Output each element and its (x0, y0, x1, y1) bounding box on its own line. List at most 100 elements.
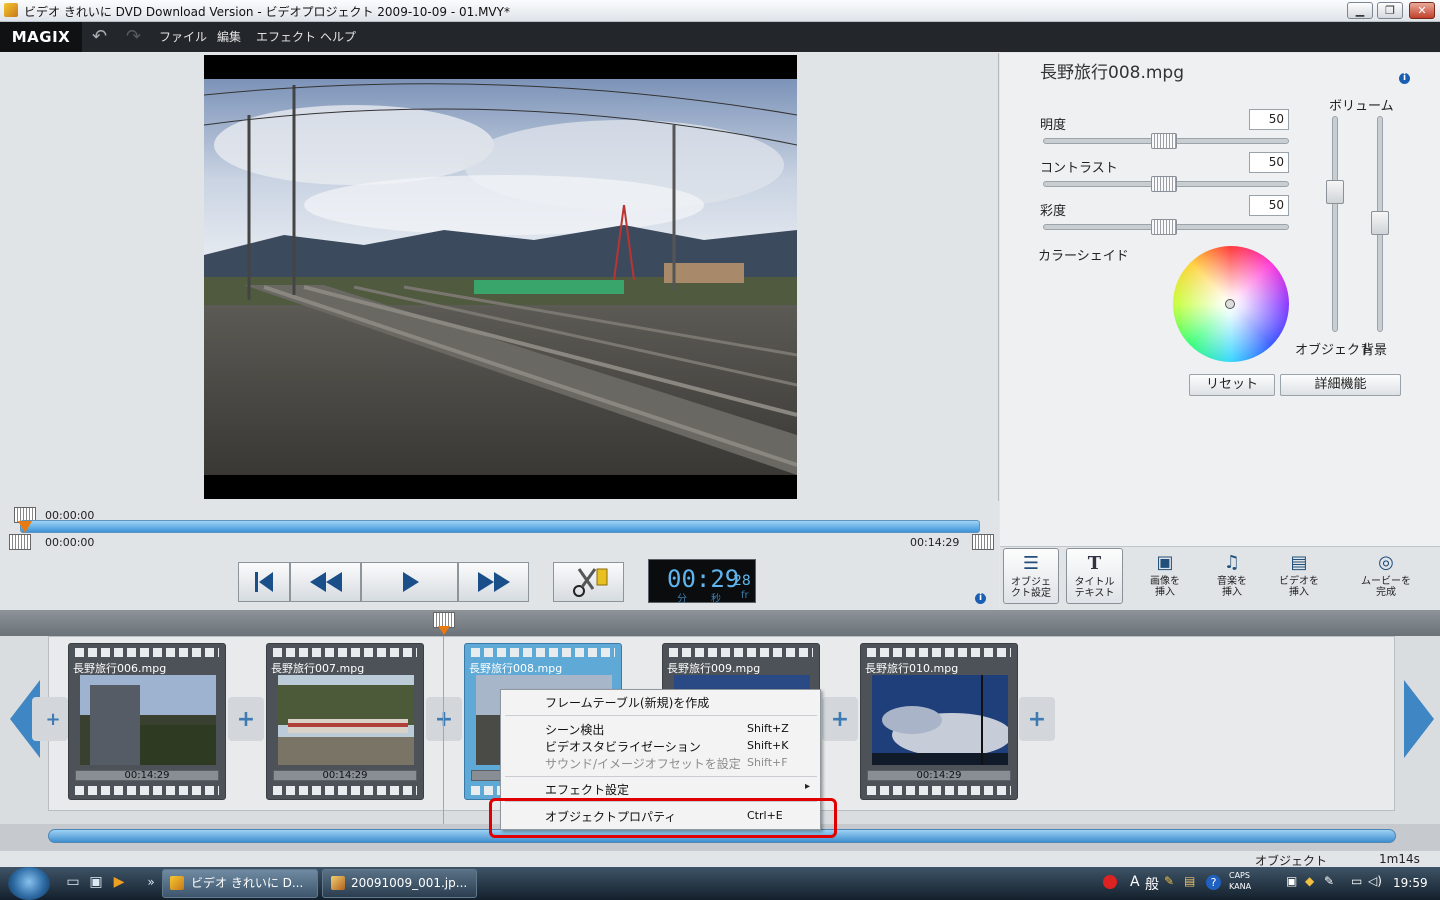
range-end: 00:14:29 (910, 536, 960, 549)
play-button[interactable] (361, 562, 458, 602)
insert-plus-icon[interactable]: + (1024, 708, 1050, 732)
clip-name: 長野旅行010.mpg (865, 662, 959, 675)
clip[interactable]: 長野旅行006.mpg 00:14:29 (68, 643, 226, 800)
go-to-start-button[interactable] (238, 562, 290, 602)
film-perforation (867, 786, 1011, 795)
notification-icon[interactable] (1103, 875, 1117, 889)
range-start: 00:00:00 (45, 536, 95, 549)
color-shade-picker[interactable] (1225, 299, 1235, 309)
playhead-marker[interactable] (18, 521, 32, 533)
clip-name: 長野旅行006.mpg (73, 662, 167, 675)
reset-button[interactable]: リセット (1189, 374, 1275, 396)
task-video-app[interactable]: ビデオ きれいに D... (162, 869, 318, 898)
sliders-icon: ☰ (1022, 553, 1040, 574)
menu-edit[interactable]: 編集 (217, 28, 241, 45)
tool-insert-music[interactable]: ♫ 音楽を 挿入 (1207, 548, 1257, 604)
scroll-right-arrow[interactable] (1402, 678, 1436, 760)
timeline-ruler[interactable] (0, 610, 1440, 636)
info-icon[interactable]: i (975, 593, 986, 604)
tool-finish-movie[interactable]: ◎ ムービーを 完成 (1355, 548, 1417, 604)
ime-mode-general[interactable]: 般 (1145, 874, 1159, 894)
color-shade-label: カラーシェイド (1038, 249, 1129, 264)
insert-plus-icon[interactable]: + (40, 708, 66, 732)
clip-thumbnail (278, 675, 414, 765)
clip-duration: 00:14:29 (273, 770, 417, 781)
info-icon[interactable]: i (1399, 73, 1410, 84)
maximize-button[interactable]: ❐ (1377, 2, 1403, 19)
brightness-slider-thumb[interactable] (1151, 133, 1177, 149)
clip-name: 長野旅行008.mpg (469, 662, 563, 675)
tool-label: ビデオを (1279, 576, 1319, 587)
switch-windows-icon[interactable]: ▣ (87, 873, 105, 891)
help-icon[interactable]: ? (1206, 875, 1221, 890)
tool-insert-video[interactable]: ▤ ビデオを 挿入 (1272, 548, 1326, 604)
show-desktop-icon[interactable]: ▭ (64, 873, 82, 891)
timecode-frames: 28 (733, 573, 751, 589)
rewind-button[interactable] (290, 562, 361, 602)
tray-app-icon[interactable]: ▣ (1286, 874, 1297, 888)
object-volume-slider[interactable] (1332, 116, 1338, 332)
tray-tool-icon[interactable]: ✎ (1324, 874, 1334, 888)
clip[interactable]: 長野旅行010.mpg 00:14:29 (860, 643, 1018, 800)
tool-label: ムービーを (1361, 576, 1411, 587)
ime-mode-a[interactable]: A (1130, 874, 1140, 890)
menu-item-scene-detect[interactable]: シーン検出 (545, 721, 604, 738)
tool-title-text[interactable]: T タイトル テキスト (1066, 548, 1123, 604)
scrub-bar[interactable] (20, 520, 980, 533)
brightness-label: 明度 (1040, 118, 1067, 133)
brightness-input[interactable]: 50 (1249, 109, 1289, 130)
network-icon[interactable]: ▭ (1351, 874, 1362, 888)
timecode-display: 00:29 28 分 秒 fr (648, 559, 756, 605)
ime-toolbar-icon[interactable]: ✎ (1164, 874, 1174, 888)
media-player-icon[interactable]: ▶ (110, 873, 128, 891)
highlight-annotation (489, 798, 837, 838)
background-volume-thumb[interactable] (1371, 211, 1389, 235)
timeline-playhead-marker[interactable] (438, 626, 450, 635)
menu-item-video-stabilization[interactable]: ビデオスタビライゼーション (545, 738, 701, 755)
tool-insert-image[interactable]: ▣ 画像を 挿入 (1140, 548, 1190, 604)
video-insert-icon: ▤ (1290, 552, 1308, 573)
magix-logo: MAGIX (0, 22, 82, 52)
range-end-handle[interactable] (972, 534, 994, 550)
insert-plus-icon[interactable]: + (233, 708, 259, 732)
tool-object-settings[interactable]: ☰ オブジェ クト設定 (1003, 548, 1059, 604)
insert-plus-icon[interactable]: + (431, 708, 457, 732)
ime-dictionary-icon[interactable]: ▤ (1184, 874, 1195, 888)
menu-separator (505, 715, 817, 716)
clip[interactable]: 長野旅行007.mpg 00:14:29 (266, 643, 424, 800)
film-perforation (273, 786, 417, 795)
contrast-slider-thumb[interactable] (1151, 176, 1177, 192)
clip-thumbnail (872, 675, 1008, 765)
text-icon: T (1087, 553, 1102, 574)
saturation-slider-thumb[interactable] (1151, 219, 1177, 235)
range-start-handle[interactable] (9, 534, 31, 550)
advanced-button[interactable]: 詳細機能 (1280, 374, 1401, 396)
video-preview (204, 55, 797, 499)
video-app-icon (170, 876, 184, 890)
tool-label: 挿入 (1222, 587, 1242, 598)
minimize-button[interactable]: ▁ (1347, 2, 1373, 19)
security-shield-icon[interactable]: ◆ (1305, 874, 1314, 888)
close-button[interactable]: ✕ (1409, 2, 1435, 19)
saturation-label: 彩度 (1040, 204, 1067, 219)
contrast-input[interactable]: 50 (1249, 152, 1289, 173)
menu-file[interactable]: ファイル (159, 28, 207, 45)
cut-button[interactable] (553, 562, 624, 602)
status-length: 1m14s (1379, 852, 1420, 866)
object-volume-thumb[interactable] (1326, 180, 1344, 204)
saturation-input[interactable]: 50 (1249, 195, 1289, 216)
menu-item-create-frame-table[interactable]: フレームテーブル(新規)を作成 (545, 694, 709, 711)
redo-icon[interactable]: ↷ (126, 26, 141, 47)
undo-icon[interactable]: ↶ (92, 26, 107, 47)
fast-forward-button[interactable] (458, 562, 529, 602)
task-image-viewer[interactable]: 20091009_001.jp... (322, 869, 477, 898)
menu-effects[interactable]: エフェクト (256, 28, 316, 45)
timecode-main: 00:29 (667, 565, 740, 593)
menu-help[interactable]: ヘルプ (320, 28, 356, 45)
menu-item-effect-settings[interactable]: エフェクト設定 (545, 781, 629, 798)
start-button[interactable] (8, 867, 50, 900)
insert-plus-icon[interactable]: + (827, 708, 853, 732)
tool-label: 完成 (1376, 587, 1396, 598)
volume-icon[interactable]: ◁) (1368, 874, 1382, 888)
quicklaunch-overflow-icon[interactable]: » (142, 873, 160, 891)
